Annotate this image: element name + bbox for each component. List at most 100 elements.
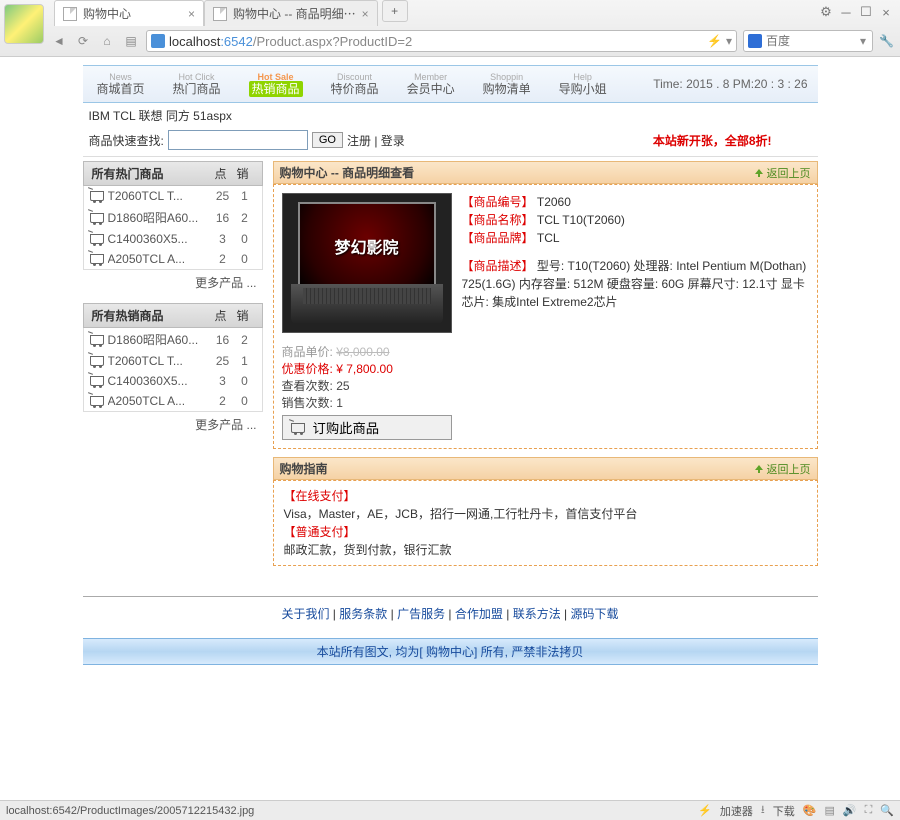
more-sale-link[interactable]: 更多产品 ...: [195, 418, 256, 432]
sale-panel-title: 所有热销商品: [92, 307, 210, 324]
download-icon[interactable]: ⭳: [761, 801, 765, 820]
home-button[interactable]: ⌂: [98, 32, 116, 50]
browser-chrome: 购物中心 × 购物中心 -- 商品明细⋯ × + ⚙ ─ ☐ × ◄ ⟳ ⌂ ▤…: [0, 0, 900, 57]
list-item[interactable]: D1860昭阳A60...162: [84, 206, 262, 229]
window-settings-icon[interactable]: ⚙: [818, 4, 834, 20]
nav-en: Member: [407, 72, 455, 82]
search-box[interactable]: ▾: [743, 30, 873, 52]
new-tab-button[interactable]: +: [382, 0, 408, 22]
search-input[interactable]: [766, 34, 856, 48]
item-views: 3: [212, 232, 234, 246]
nav-en: News: [97, 72, 145, 82]
topnav-item-6[interactable]: Help导购小姐: [545, 72, 621, 96]
item-views: 2: [212, 252, 234, 266]
chevron-down-icon[interactable]: ▾: [726, 34, 732, 48]
sidebar: 所有热门商品 点 销 T2060TCL T...251D1860昭阳A60...…: [83, 161, 263, 566]
wrench-icon[interactable]: 🔧: [879, 34, 894, 48]
url-text: localhost:6542/Product.aspx?ProductID=2: [169, 34, 703, 49]
item-name: D1860昭阳A60...: [108, 331, 212, 348]
list-item[interactable]: C1400360X5...30: [84, 229, 262, 249]
topnav-item-0[interactable]: News商城首页: [83, 72, 159, 96]
go-button[interactable]: GO: [312, 132, 343, 148]
bolt-icon[interactable]: ⚡: [707, 34, 722, 48]
volume-icon[interactable]: 🔊: [843, 804, 857, 817]
hot-panel: 所有热门商品 点 销 T2060TCL T...251D1860昭阳A60...…: [83, 161, 263, 295]
window-minimize-icon[interactable]: ─: [838, 4, 854, 20]
quick-search-row: 商品快速查找: GO 注册 | 登录 本站新开张，全部8折!: [83, 128, 818, 157]
window-maximize-icon[interactable]: ☐: [858, 4, 874, 20]
order-button[interactable]: 订购此商品: [282, 415, 452, 440]
auth-links: 注册 | 登录: [347, 132, 405, 149]
footer-link[interactable]: 服务条款: [339, 607, 387, 621]
window-close-icon[interactable]: ×: [878, 4, 894, 20]
id-label: 【商品编号】: [462, 195, 534, 209]
expand-icon[interactable]: ⛶: [865, 804, 873, 817]
topnav-item-2[interactable]: Hot Sale热销商品: [235, 72, 317, 96]
browser-tab-0[interactable]: 购物中心 ×: [54, 0, 204, 26]
normal-pay-text: 邮政汇款，货到付款，银行汇款: [284, 541, 807, 559]
reload-button[interactable]: ⟳: [74, 32, 92, 50]
brand-label: 【商品品牌】: [462, 231, 534, 245]
laptop-screen: 梦幻影院: [298, 202, 436, 290]
topnav-item-1[interactable]: Hot Click热门商品: [159, 72, 235, 96]
tab-title: 购物中心 -- 商品明细⋯: [233, 5, 356, 22]
arrow-up-icon: [754, 168, 764, 178]
item-name: A2050TCL A...: [108, 252, 212, 266]
back-link-guide[interactable]: 返回上页: [754, 461, 811, 477]
footer-link[interactable]: 源码下载: [571, 607, 619, 621]
register-link[interactable]: 注册: [347, 134, 371, 148]
promo-price-value: ¥ 7,800.00: [336, 362, 393, 376]
url-input[interactable]: localhost:6542/Product.aspx?ProductID=2 …: [146, 30, 737, 52]
detail-header-title: 购物中心 -- 商品明细查看: [280, 164, 415, 181]
keywords-row: IBM TCL 联想 同方 51aspx: [83, 103, 818, 128]
list-item[interactable]: T2060TCL T...251: [84, 351, 262, 371]
chevron-down-icon[interactable]: ▾: [860, 34, 866, 48]
nav-cn: 导购小姐: [559, 82, 607, 96]
zoom-icon[interactable]: 🔍: [880, 804, 894, 817]
product-image[interactable]: 梦幻影院: [282, 193, 452, 333]
name-label: 【商品名称】: [462, 213, 534, 227]
topnav: News商城首页Hot Click热门商品Hot Sale热销商品Discoun…: [83, 65, 818, 103]
quick-search-input[interactable]: [168, 130, 308, 150]
back-link[interactable]: 返回上页: [754, 165, 811, 181]
col-views: 点: [210, 165, 232, 182]
sales-label: 销售次数:: [282, 396, 333, 410]
promo-price-label: 优惠价格:: [282, 362, 333, 376]
stack-icon[interactable]: ▤: [824, 804, 834, 817]
nav-en: Discount: [331, 72, 379, 82]
bolt-icon[interactable]: ⚡: [698, 804, 712, 817]
footer-links: 关于我们 | 服务条款 | 广告服务 | 合作加盟 | 联系方法 | 源码下载: [83, 605, 818, 622]
bookmarks-button[interactable]: ▤: [122, 32, 140, 50]
list-item[interactable]: D1860昭阳A60...162: [84, 328, 262, 351]
footer-link[interactable]: 广告服务: [397, 607, 445, 621]
tab-title: 购物中心: [83, 5, 131, 22]
topnav-item-5[interactable]: Shoppin购物清单: [469, 72, 545, 96]
browser-tab-1[interactable]: 购物中心 -- 商品明细⋯ ×: [204, 0, 378, 26]
desc-label: 【商品描述】: [462, 259, 534, 273]
footer-link[interactable]: 合作加盟: [455, 607, 503, 621]
paint-icon[interactable]: 🎨: [803, 804, 817, 817]
arrow-up-icon: [754, 464, 764, 474]
list-item[interactable]: A2050TCL A...20: [84, 249, 262, 269]
footer-link[interactable]: 关于我们: [281, 607, 329, 621]
login-link[interactable]: 登录: [381, 134, 405, 148]
back-button[interactable]: ◄: [50, 32, 68, 50]
item-views: 16: [212, 211, 234, 225]
item-views: 25: [212, 189, 234, 203]
close-icon[interactable]: ×: [362, 7, 369, 21]
list-item[interactable]: A2050TCL A...20: [84, 391, 262, 411]
list-item[interactable]: C1400360X5...30: [84, 371, 262, 391]
status-accel[interactable]: 加速器: [720, 803, 753, 819]
item-name: T2060TCL T...: [108, 354, 212, 368]
unit-price-label: 商品单价:: [282, 345, 333, 359]
col-views: 点: [210, 307, 232, 324]
status-download[interactable]: 下载: [773, 803, 795, 819]
nav-cn: 商城首页: [97, 82, 145, 96]
list-item[interactable]: T2060TCL T...251: [84, 186, 262, 206]
footer-link[interactable]: 联系方法: [513, 607, 561, 621]
more-hot-link[interactable]: 更多产品 ...: [195, 276, 256, 290]
topnav-item-4[interactable]: Member会员中心: [393, 72, 469, 96]
item-sales: 1: [234, 189, 256, 203]
close-icon[interactable]: ×: [188, 7, 195, 21]
topnav-item-3[interactable]: Discount特价商品: [317, 72, 393, 96]
